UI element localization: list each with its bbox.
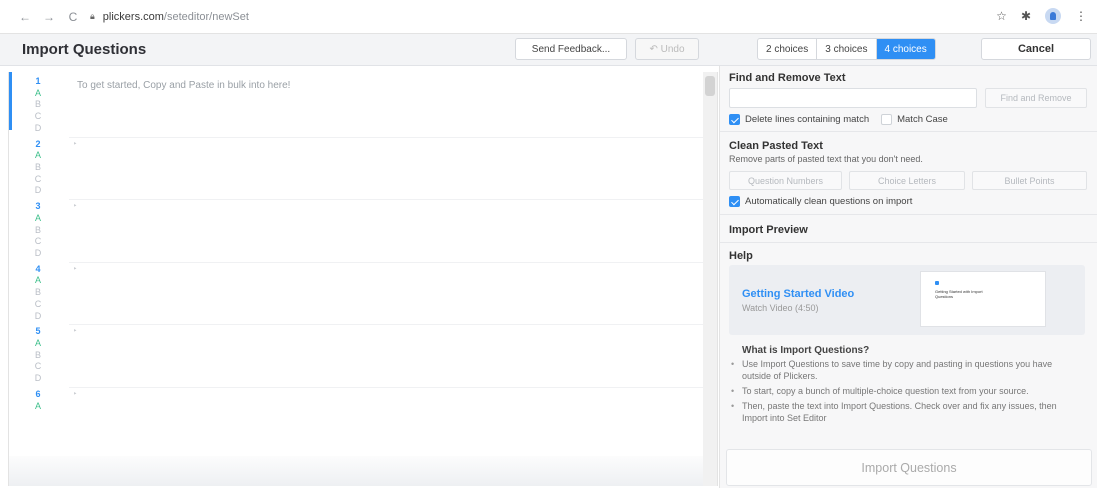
question-number: 1 bbox=[35, 76, 41, 86]
find-text-input[interactable] bbox=[729, 88, 977, 108]
delete-lines-checkbox-row[interactable]: Delete lines containing match Match Case bbox=[729, 114, 948, 125]
choice-letter: B bbox=[34, 349, 41, 360]
choice-letter: D bbox=[34, 373, 42, 384]
line-marker-icon: ‣ bbox=[73, 265, 78, 273]
video-thumbnail[interactable]: Getting Started with Import Questions bbox=[920, 271, 1046, 327]
question-block-separator bbox=[69, 386, 703, 388]
three-choices-option[interactable]: 3 choices bbox=[817, 39, 877, 59]
editor-scrollbar[interactable] bbox=[703, 72, 717, 486]
section-divider bbox=[720, 214, 1097, 215]
choice-letter: A bbox=[34, 150, 41, 161]
send-feedback-button[interactable]: Send Feedback... bbox=[515, 38, 627, 60]
choice-letter: D bbox=[34, 310, 42, 321]
line-marker-icon: ‣ bbox=[73, 140, 78, 148]
getting-started-video-card[interactable]: Getting Started Video Watch Video (4:50)… bbox=[729, 265, 1085, 335]
clean-pasted-heading: Clean Pasted Text bbox=[729, 140, 823, 152]
auto-clean-checkbox[interactable] bbox=[729, 196, 740, 207]
choice-letter: D bbox=[34, 247, 42, 258]
cancel-button[interactable]: Cancel bbox=[981, 38, 1091, 60]
lock-icon: 🔒︎ bbox=[90, 11, 95, 21]
question-block-separator bbox=[69, 324, 703, 326]
question-number: 3 bbox=[35, 201, 41, 212]
clean-pasted-description: Remove parts of pasted text that you don… bbox=[729, 154, 923, 164]
help-heading: Help bbox=[729, 250, 753, 262]
choice-letter: B bbox=[34, 99, 41, 110]
choice-letter: C bbox=[34, 361, 42, 372]
import-preview-heading[interactable]: Import Preview bbox=[729, 224, 808, 236]
choice-letter: C bbox=[34, 173, 42, 184]
bookmark-star-icon[interactable]: ☆ bbox=[996, 9, 1007, 23]
choice-letters-button[interactable]: Choice Letters bbox=[849, 171, 965, 190]
question-block-separator bbox=[69, 261, 703, 263]
help-bullet: Then, paste the text into Import Questio… bbox=[729, 400, 1064, 424]
choice-count-selector: 2 choices 3 choices 4 choices bbox=[757, 38, 936, 60]
choice-letter: C bbox=[34, 298, 42, 309]
help-bullet: Use Import Questions to save time by cop… bbox=[729, 358, 1064, 382]
forward-arrow-icon[interactable]: → bbox=[40, 8, 58, 26]
choice-letter: A bbox=[34, 400, 41, 411]
question-number: 5 bbox=[35, 326, 41, 337]
import-text-editor[interactable]: 1ABCD2ABCD3ABCD4ABCD5ABCD6A To get start… bbox=[8, 72, 718, 486]
find-remove-heading: Find and Remove Text bbox=[729, 72, 846, 84]
thumbnail-caption: Getting Started with Import Questions bbox=[935, 289, 983, 299]
choice-letter: C bbox=[34, 236, 42, 247]
help-bullets: Use Import Questions to save time by cop… bbox=[729, 358, 1064, 427]
delete-lines-checkbox[interactable] bbox=[729, 114, 740, 125]
editor-fade bbox=[9, 456, 703, 486]
extensions-icon[interactable]: ✱ bbox=[1021, 9, 1031, 23]
bullet-points-button[interactable]: Bullet Points bbox=[972, 171, 1087, 190]
address-bar[interactable]: 🔒︎ plickers.com/seteditor/newSet bbox=[90, 11, 249, 23]
import-questions-button[interactable]: Import Questions bbox=[726, 449, 1092, 486]
app-header: Import Questions Send Feedback... ↶ Undo… bbox=[0, 34, 1097, 66]
question-numbers-button[interactable]: Question Numbers bbox=[729, 171, 842, 190]
url-domain: plickers.com bbox=[102, 10, 164, 23]
question-number: 4 bbox=[35, 263, 41, 274]
choice-letter: D bbox=[34, 185, 42, 196]
undo-button[interactable]: ↶ Undo bbox=[635, 38, 699, 60]
choice-letter: A bbox=[34, 87, 41, 98]
choice-letter: B bbox=[34, 224, 41, 235]
choice-letter: C bbox=[34, 111, 42, 122]
reload-icon[interactable]: C bbox=[64, 8, 82, 26]
line-marker-icon: ‣ bbox=[73, 390, 78, 398]
auto-clean-label: Automatically clean questions on import bbox=[745, 196, 913, 207]
help-bullet: To start, copy a bunch of multiple-choic… bbox=[729, 385, 1064, 397]
choice-letter: A bbox=[34, 212, 41, 223]
scrollbar-thumb[interactable] bbox=[705, 76, 715, 96]
url-path: /seteditor/newSet bbox=[163, 10, 249, 23]
two-choices-option[interactable]: 2 choices bbox=[758, 39, 818, 59]
question-block-separator bbox=[69, 199, 703, 201]
delete-lines-label: Delete lines containing match bbox=[745, 114, 870, 125]
plickers-logo-icon bbox=[935, 281, 939, 285]
find-remove-button[interactable]: Find and Remove bbox=[985, 88, 1087, 108]
choice-letter: A bbox=[34, 275, 41, 286]
video-duration: Watch Video (4:50) bbox=[742, 303, 819, 313]
video-title[interactable]: Getting Started Video bbox=[742, 288, 854, 300]
auto-clean-checkbox-row[interactable]: Automatically clean questions on import bbox=[729, 196, 912, 207]
match-case-label: Match Case bbox=[897, 114, 948, 125]
editor-placeholder: To get started, Copy and Paste in bulk i… bbox=[77, 80, 291, 91]
page-title: Import Questions bbox=[22, 41, 147, 58]
section-divider bbox=[720, 131, 1097, 132]
what-is-heading: What is Import Questions? bbox=[742, 345, 870, 356]
question-number: 6 bbox=[35, 388, 41, 399]
line-marker-icon: ‣ bbox=[73, 328, 78, 336]
choice-letter: A bbox=[34, 338, 41, 349]
line-marker-icon: ‣ bbox=[73, 203, 78, 211]
back-arrow-icon[interactable]: ← bbox=[16, 8, 34, 26]
choice-letter: B bbox=[34, 287, 41, 298]
profile-avatar-icon[interactable] bbox=[1045, 8, 1061, 24]
question-number: 2 bbox=[35, 138, 41, 149]
choice-letter: D bbox=[34, 122, 42, 133]
question-block-separator bbox=[69, 136, 703, 138]
browser-toolbar: ← → C 🔒︎ plickers.com/seteditor/newSet ☆… bbox=[0, 0, 1097, 34]
match-case-checkbox[interactable] bbox=[881, 114, 893, 125]
browser-menu-icon[interactable]: ⋮ bbox=[1075, 9, 1087, 23]
section-divider bbox=[720, 242, 1097, 243]
line-gutter: 1ABCD2ABCD3ABCD4ABCD5ABCD6A bbox=[9, 72, 67, 486]
four-choices-option[interactable]: 4 choices bbox=[876, 39, 935, 59]
active-question-indicator bbox=[9, 72, 12, 130]
import-sidebar: Find and Remove Text Find and Remove Del… bbox=[719, 66, 1097, 488]
choice-letter: B bbox=[34, 161, 41, 172]
